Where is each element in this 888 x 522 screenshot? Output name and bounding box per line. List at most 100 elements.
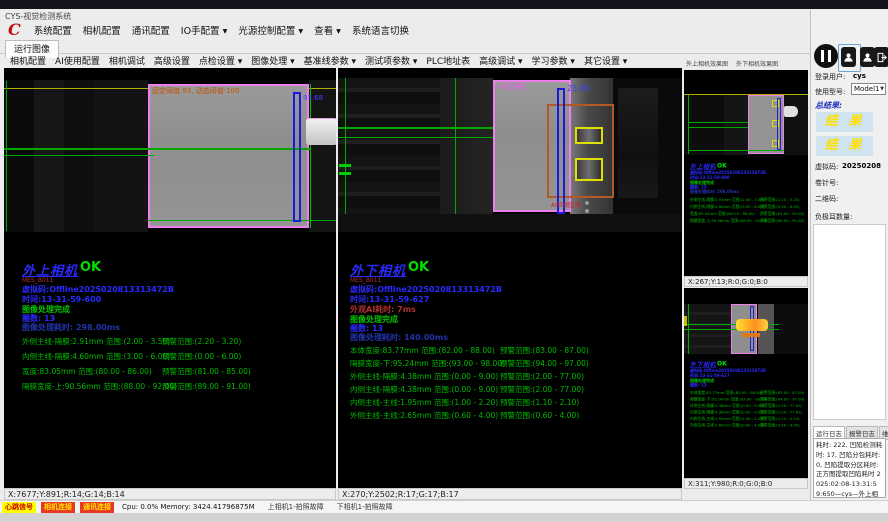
menu-item-camera-config[interactable]: 相机配置 <box>83 23 121 37</box>
camera-connection-badge: 相机连接 <box>41 502 75 513</box>
elapsed-line: 图像处理耗时: 298.00ms <box>22 322 120 333</box>
result-ok-label: OK <box>717 360 727 367</box>
measurement-row: 外侧主线-隔膜:4.38mm 范围:(0.00 - 9.00) <box>690 403 764 409</box>
menubar: C 系统配置 相机配置 通讯配置 IO手配置 ▾ 光源控制配置 ▾ 查看 ▾ 系… <box>0 22 708 38</box>
measurement-warn: 预警范围:(0.00 - 6.00) <box>760 204 800 210</box>
toolbar-ai-config[interactable]: AI使用配置 <box>55 54 100 67</box>
model-select[interactable]: Model1 ▼ <box>851 83 886 95</box>
result-ok-label: OK <box>408 260 429 275</box>
camera-view-outer-lower[interactable]: AI检测框 23.80 AI检测区域 外下相机 OK MES_B011 虚拟码:… <box>338 68 682 488</box>
measurement-row: 内侧主线-隔膜:4.38mm 范围:(0.00 - 9.00) <box>350 384 498 395</box>
tab-strip: 运行图像 <box>0 39 810 54</box>
measurement-warn: 预警范围:(1.10 - 2.10) <box>760 416 800 422</box>
mini-view-outer-lower[interactable]: 外下相机 OK 虚拟码:Offline2025020813313472B 时间:… <box>684 288 808 478</box>
measurement-warn: 预警范围:(89.00 - 91.00) <box>162 381 251 392</box>
toolbar-other-settings[interactable]: 其它设置 ▾ <box>584 54 627 67</box>
ai-area-label: AI检测区域 <box>551 200 581 209</box>
measurement-warn: 预警范围:(2.20 - 3.20) <box>760 197 800 203</box>
machine-image-left-texture <box>338 78 440 232</box>
measurement-row: 内侧主线-隔膜:4.38mm 范围:(0.00 - 9.00) <box>690 410 764 416</box>
result-ok-label: OK <box>717 162 727 169</box>
edge-baseline-left <box>345 78 346 232</box>
edge-baseline-right <box>310 84 311 228</box>
elapsed-line: 图像处理耗时: 298.00ms <box>690 189 739 195</box>
measurement-row: 本体宽度:83.77mm 范围:(82.00 - 88.00) <box>350 345 495 356</box>
measurement-warn: 预警范围:(0.60 - 4.00) <box>760 423 800 429</box>
app-logo-icon: C <box>8 22 21 38</box>
measure-line-2 <box>4 155 154 156</box>
measurement-warn: 预警范围:(81.00 - 85.00) <box>760 211 804 217</box>
toolbar-spotcheck-settings[interactable]: 点检设置 ▾ <box>199 54 242 67</box>
toolbar-plc-address[interactable]: PLC地址表 <box>426 54 470 67</box>
operator-user-button[interactable] <box>841 47 856 67</box>
loop-count-line: 圈数: 13 <box>690 383 707 389</box>
login-user-value: cys <box>853 72 866 80</box>
mini-electrode-tab <box>784 106 798 117</box>
measurement-row: 隔膜宽度-下:95.24mm 范围:(93.00 - 98.00) <box>690 397 768 403</box>
measurement-row: 外侧主线-主线:2.65mm 范围:(0.60 - 4.00) <box>690 423 764 429</box>
alarm-upper-camera: 上相机1-拍照故障 <box>268 502 324 512</box>
measurement-row: 隔膜宽度-上:90.56mm 范围:(88.00 - 92.00) <box>22 381 177 392</box>
machine-image-mid-texture <box>440 78 493 232</box>
admin-user-button[interactable] <box>860 47 875 67</box>
camera-view-outer-upper[interactable]: 固定阈值:93, 动态阈值:100 93.68 外上相机 OK MES_B011… <box>4 68 336 488</box>
mini-measure-line <box>688 150 784 151</box>
mini-highlight-blob <box>736 319 768 331</box>
model-select-value: Model1 <box>854 85 879 93</box>
measurement-row: 隔膜宽度-下:95.24mm 范围:(93.00 - 98.00) <box>350 358 505 369</box>
toolbar-advanced-debug[interactable]: 高级调试 ▾ <box>479 54 522 67</box>
qr-code-label: 二维码: <box>815 194 838 204</box>
exit-button[interactable] <box>874 47 888 67</box>
edge-mark-1 <box>339 164 351 167</box>
small-view-label-top: 外上相机效果图 <box>686 59 728 68</box>
image-bottom-band <box>338 214 682 232</box>
toolbar-advanced-settings[interactable]: 高级设置 <box>154 54 190 67</box>
toolbar-test-params[interactable]: 测试项参数 ▾ <box>365 54 417 67</box>
mes-label: MES_B011 <box>350 277 381 284</box>
toolbar-camera-config[interactable]: 相机配置 <box>10 54 46 67</box>
toolbar-learning-params[interactable]: 学习参数 ▾ <box>532 54 575 67</box>
result-list-box[interactable] <box>813 224 886 420</box>
toolbar-image-processing[interactable]: 图像处理 ▾ <box>251 54 294 67</box>
mid-baseline <box>455 78 456 232</box>
toolbar-camera-debug[interactable]: 相机调试 <box>109 54 145 67</box>
menu-item-language[interactable]: 系统语言切换 <box>352 23 409 37</box>
mini-baseline <box>688 95 689 154</box>
result-badge-upper: 结 果 <box>816 112 873 132</box>
measurement-warn: 预警范围:(83.00 - 87.00) <box>760 390 804 396</box>
barcode-value: 20250208 <box>842 162 881 170</box>
measurement-row: 外侧主线-隔膜:2.91mm 范围:(2.00 - 3.50) <box>690 197 764 203</box>
machine-part-shape <box>618 88 658 198</box>
measurement-row: 宽度:83.05mm 范围:(80.00 - 86.00) <box>690 211 755 217</box>
measurement-warn: 预警范围:(89.00 - 91.00) <box>760 218 804 224</box>
menu-item-view[interactable]: 查看 ▾ <box>314 23 341 37</box>
mini-separator-bar <box>777 98 781 150</box>
menu-item-io-config[interactable]: IO手配置 ▾ <box>181 23 228 37</box>
measurement-row: 内侧主线-隔膜:4.60mm 范围:(3.00 - 6.00) <box>690 204 764 210</box>
measurement-row: 内侧主线-主线:1.95mm 范围:(1.00 - 2.20) <box>350 397 498 408</box>
measurement-row: 本体宽度:83.77mm 范围:(82.00 - 88.00) <box>690 390 762 396</box>
measurement-row: 内侧主线-隔膜:4.60mm 范围:(3.00 - 6.00) <box>22 351 170 362</box>
mini-measure-line <box>688 127 748 128</box>
menu-item-comm-config[interactable]: 通讯配置 <box>132 23 170 37</box>
measurement-warn: 预警范围:(94.00 - 97.00) <box>500 358 589 369</box>
coord-readout-left: X:7677;Y:891;R:14;G:14;B:14 <box>4 488 336 500</box>
small-view-header: 外上相机效果图 外下相机效果图 <box>686 59 808 68</box>
measure-line-1 <box>4 148 310 150</box>
mini-edge-mark <box>684 316 687 326</box>
result-badge-lower: 结 果 <box>816 136 873 156</box>
chevron-down-icon: ▼ <box>880 86 884 92</box>
electrode-tab-blob <box>306 118 336 145</box>
machine-image-right-band <box>309 80 336 232</box>
measurement-warn: 预警范围:(94.00 - 97.00) <box>760 397 804 403</box>
pause-button[interactable] <box>814 44 838 68</box>
coord-readout-mini-bottom: X:311;Y:980;R:0;G:0;B:0 <box>684 478 808 489</box>
comm-connection-badge: 通讯连接 <box>80 502 114 513</box>
mini-view-outer-upper[interactable]: 外上相机 OK 虚拟码:Offline2025020813313472B 时间:… <box>684 70 808 276</box>
menu-item-system-config[interactable]: 系统配置 <box>34 23 72 37</box>
log-output[interactable]: 耗时: 222, 凹陷检测耗时: 17, 凹陷分包耗时: 0, 凹陷提取分区耗时… <box>813 438 886 498</box>
control-panel: 登录用户: cys 使用型号: Model1 ▼ 总结果: 结 果 结 果 虚拟… <box>810 10 888 522</box>
menu-item-light-config[interactable]: 光源控制配置 ▾ <box>238 23 303 37</box>
toolbar-baseline-params[interactable]: 基准线参数 ▾ <box>304 54 356 67</box>
alarm-lower-camera: 下相机1-拍照故障 <box>337 502 393 512</box>
